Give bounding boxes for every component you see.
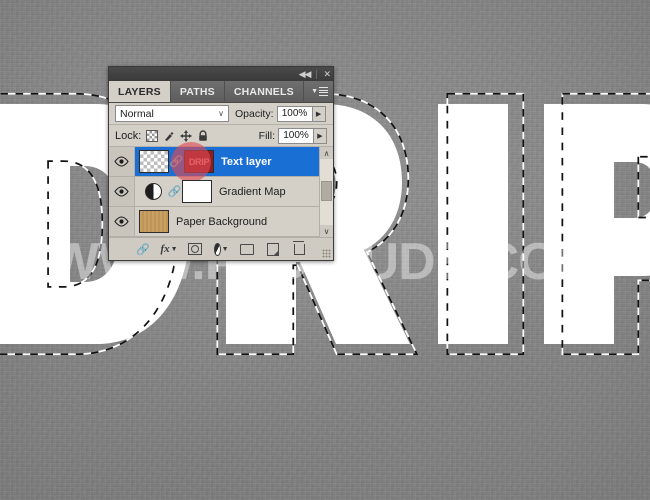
scroll-thumb[interactable] <box>321 181 332 201</box>
layer-name[interactable]: Text layer <box>221 156 272 168</box>
layer-mask-thumbnail[interactable] <box>182 180 212 203</box>
adjustment-layer-icon[interactable] <box>139 183 167 200</box>
opacity-input[interactable]: 100% <box>276 105 313 122</box>
lock-position-icon[interactable] <box>180 129 193 142</box>
lock-image-pixels-icon[interactable] <box>163 130 175 142</box>
layer-thumbnail[interactable] <box>139 210 169 233</box>
opacity-label: Opacity: <box>235 107 274 120</box>
new-group-icon[interactable] <box>240 242 255 257</box>
link-mask-icon[interactable]: 🔗 <box>170 154 184 169</box>
lock-transparent-pixels-icon[interactable] <box>146 129 159 142</box>
lock-buttons <box>146 129 209 142</box>
blend-mode-select[interactable]: Normal ∨ <box>115 105 229 122</box>
blend-opacity-row: Normal ∨ Opacity: 100% ▶ <box>109 103 333 125</box>
lock-fill-row: Lock: Fill: 100% ▶ <box>109 125 333 147</box>
panel-titlebar: ◀◀ ✕ <box>109 67 333 81</box>
scroll-track[interactable] <box>320 159 333 225</box>
close-icon[interactable]: ✕ <box>323 69 330 79</box>
new-layer-icon[interactable] <box>266 242 281 257</box>
link-mask-icon[interactable]: 🔗 <box>168 184 182 199</box>
panel-tabs: LAYERS PATHS CHANNELS ▼ <box>109 81 333 103</box>
visibility-toggle-icon[interactable] <box>109 147 135 176</box>
visibility-toggle-icon[interactable] <box>109 207 135 236</box>
scroll-up-icon[interactable]: ∧ <box>320 147 333 159</box>
opacity-slider-arrow[interactable]: ▶ <box>312 105 326 122</box>
chevron-down-icon: ∨ <box>218 109 224 118</box>
layer-name[interactable]: Paper Background <box>176 216 267 228</box>
fill-slider-arrow[interactable]: ▶ <box>314 127 327 144</box>
photoshop-screenshot: WWW.PSD-DUDE.COM ◀◀ ✕ LAYERS PATHS CHANN… <box>0 0 650 500</box>
layer-thumbnail[interactable] <box>139 150 169 173</box>
link-icon[interactable]: 🔗 <box>136 242 151 257</box>
layer-list: 🔗 DRIP Text layer 🔗 Gradient Map Paper B… <box>109 142 333 237</box>
scroll-down-icon[interactable]: ∨ <box>320 225 333 237</box>
layer-row-text-layer[interactable]: 🔗 DRIP Text layer <box>109 142 333 182</box>
panel-menu-icon[interactable]: ▼ <box>306 81 333 102</box>
layer-thumbnails <box>135 210 169 233</box>
panel-footer-toolbar: 🔗 fx ▼ ▼ <box>109 237 333 260</box>
blend-mode-value: Normal <box>120 107 154 120</box>
resize-grip[interactable] <box>322 249 331 258</box>
collapse-icon[interactable]: ◀◀ <box>299 69 312 79</box>
tab-paths[interactable]: PATHS <box>171 81 225 102</box>
layer-thumbnails: 🔗 DRIP <box>135 150 214 173</box>
layer-mask-icon[interactable] <box>188 242 203 257</box>
lock-label: Lock: <box>115 129 142 142</box>
delete-layer-icon[interactable] <box>292 240 307 257</box>
tab-channels[interactable]: CHANNELS <box>225 81 304 102</box>
fx-icon[interactable]: fx ▼ <box>160 242 177 257</box>
tab-layers[interactable]: LAYERS <box>109 81 171 102</box>
layer-row-gradient-map[interactable]: 🔗 Gradient Map <box>109 177 333 207</box>
fill-label: Fill: <box>258 129 275 142</box>
titlebar-divider <box>316 69 318 79</box>
layer-list-scrollbar[interactable]: ∧ ∨ <box>319 147 333 237</box>
layer-mask-thumbnail[interactable]: DRIP <box>184 150 214 173</box>
layers-panel: ◀◀ ✕ LAYERS PATHS CHANNELS ▼ Normal ∨ Op… <box>108 66 334 261</box>
layer-name[interactable]: Gradient Map <box>219 186 286 198</box>
fill-input[interactable]: 100% <box>278 127 314 144</box>
lock-all-icon[interactable] <box>197 129 209 142</box>
visibility-toggle-icon[interactable] <box>109 177 135 206</box>
adjustment-layer-icon[interactable]: ▼ <box>213 242 229 257</box>
layer-thumbnails: 🔗 <box>135 180 212 203</box>
layer-row-paper-background[interactable]: Paper Background <box>109 207 333 237</box>
